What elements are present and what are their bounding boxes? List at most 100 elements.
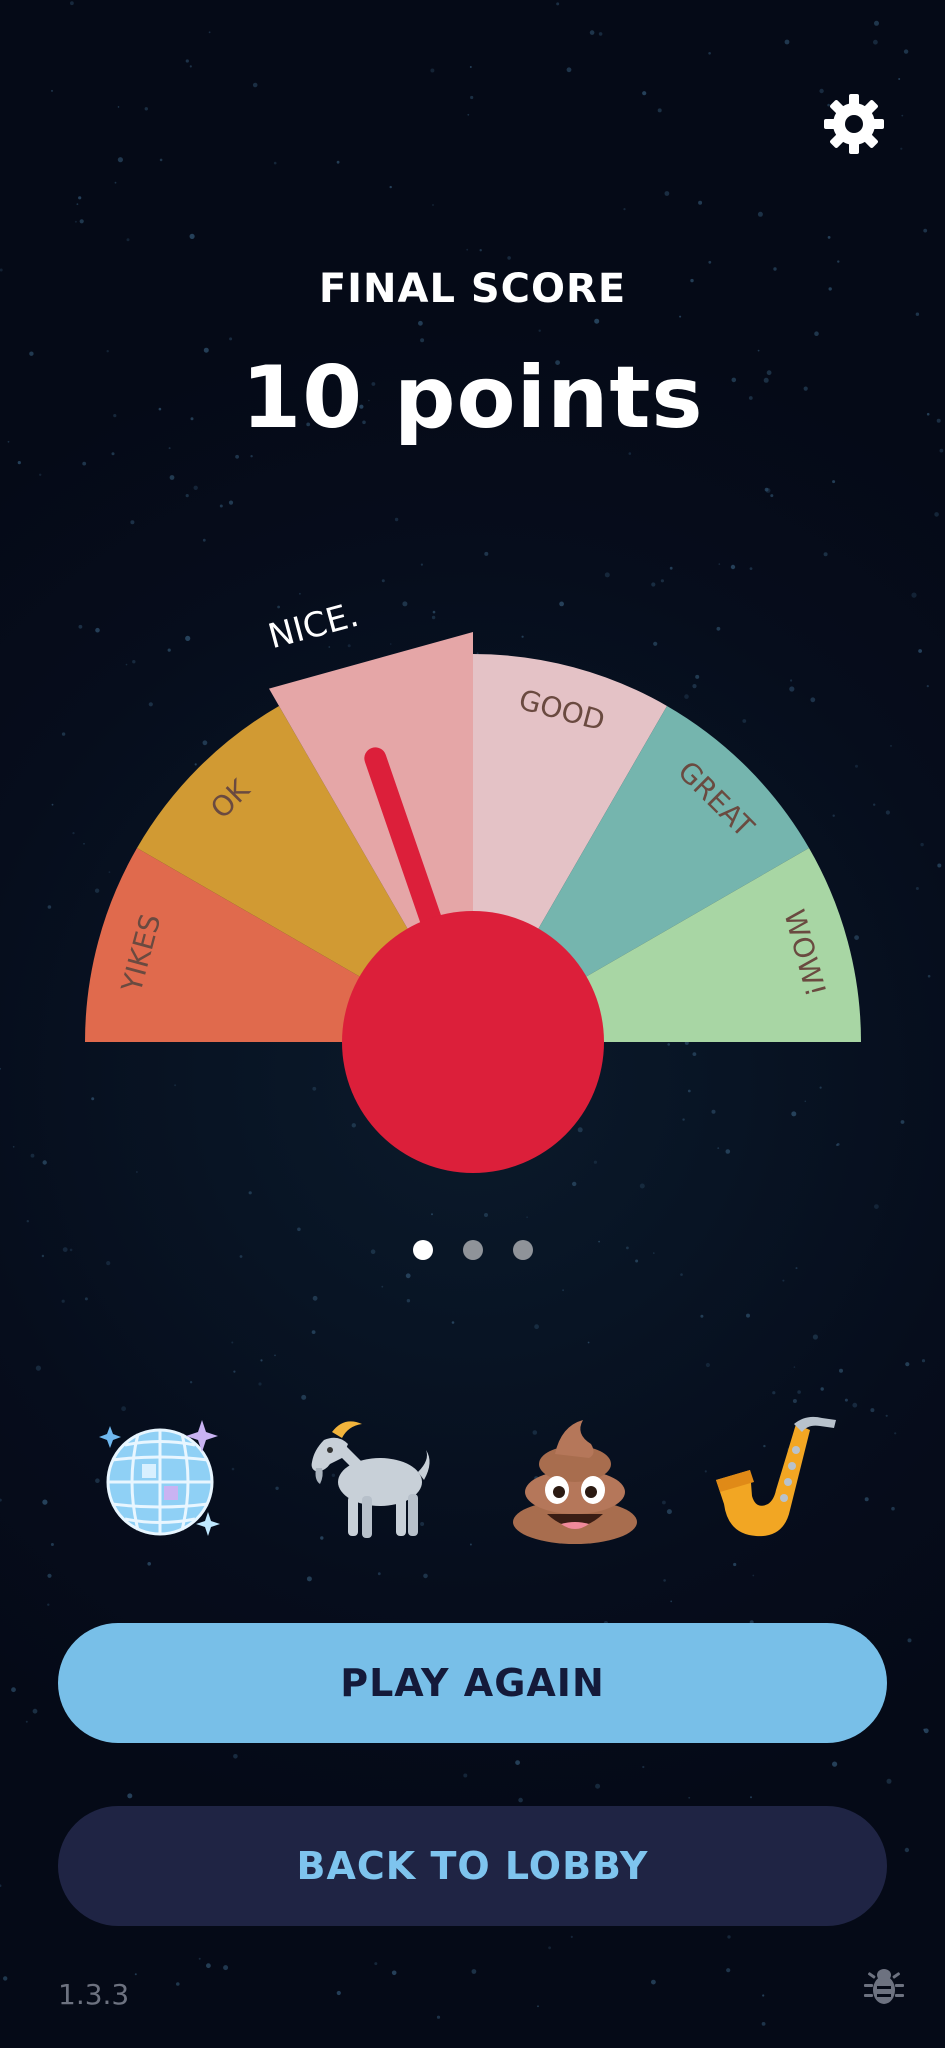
star bbox=[198, 1957, 201, 1960]
star bbox=[752, 1574, 755, 1577]
star bbox=[381, 1285, 384, 1288]
star bbox=[134, 1973, 137, 1976]
star bbox=[663, 1579, 666, 1582]
score-gauge: YIKESOKNICE.GOODGREATWOW! bbox=[85, 595, 861, 1173]
star bbox=[406, 1299, 411, 1303]
star bbox=[208, 31, 211, 34]
star bbox=[623, 208, 626, 211]
star bbox=[219, 504, 223, 508]
star bbox=[827, 236, 831, 239]
star bbox=[471, 1969, 477, 1974]
star bbox=[451, 1321, 455, 1324]
star bbox=[273, 161, 277, 165]
star bbox=[823, 552, 828, 557]
star bbox=[301, 1394, 307, 1400]
star bbox=[515, 1760, 520, 1765]
star bbox=[189, 65, 192, 68]
star bbox=[193, 485, 198, 490]
star bbox=[589, 30, 595, 35]
star bbox=[312, 1295, 318, 1301]
star bbox=[35, 1365, 42, 1371]
star bbox=[185, 494, 189, 498]
star bbox=[923, 1728, 926, 1731]
star bbox=[905, 1362, 910, 1367]
star bbox=[507, 256, 511, 260]
star bbox=[746, 1313, 750, 1318]
star bbox=[657, 108, 662, 113]
star bbox=[202, 538, 206, 542]
star bbox=[642, 1765, 645, 1769]
star bbox=[898, 78, 901, 80]
star bbox=[852, 1402, 858, 1408]
star bbox=[297, 1227, 301, 1232]
star bbox=[463, 1773, 468, 1778]
final-score-value: 10 points bbox=[241, 348, 704, 448]
star bbox=[84, 1297, 88, 1301]
star bbox=[39, 473, 42, 476]
star bbox=[814, 331, 819, 337]
star bbox=[598, 32, 603, 36]
back-to-lobby-button[interactable]: BACK TO LOBBY bbox=[58, 1806, 887, 1926]
reaction-bar bbox=[0, 1410, 945, 1550]
star bbox=[126, 238, 130, 242]
star bbox=[664, 191, 670, 196]
star bbox=[784, 39, 790, 45]
app-version: 1.3.3 bbox=[58, 1978, 130, 2011]
star bbox=[762, 1994, 765, 1997]
settings-button[interactable] bbox=[818, 88, 890, 160]
poop-reaction[interactable] bbox=[505, 1410, 645, 1550]
star bbox=[147, 1562, 151, 1566]
star bbox=[111, 452, 115, 456]
star bbox=[405, 1273, 411, 1279]
star bbox=[757, 211, 763, 217]
disco-ball-reaction[interactable] bbox=[90, 1410, 230, 1550]
page-dot-3[interactable] bbox=[512, 1240, 533, 1260]
star bbox=[792, 1399, 797, 1403]
star bbox=[420, 338, 425, 343]
star bbox=[0, 1884, 2, 1887]
page-indicator bbox=[0, 1240, 945, 1264]
star bbox=[832, 480, 836, 484]
star bbox=[594, 318, 600, 324]
star bbox=[832, 1761, 838, 1767]
star bbox=[907, 1638, 912, 1643]
play-again-button[interactable]: PLAY AGAIN bbox=[58, 1623, 887, 1743]
star bbox=[518, 1797, 523, 1803]
star bbox=[389, 185, 392, 189]
star bbox=[250, 455, 253, 458]
star bbox=[469, 66, 472, 68]
report-bug-button[interactable] bbox=[862, 1964, 906, 2008]
saxophone-reaction[interactable] bbox=[710, 1410, 850, 1550]
star bbox=[47, 1603, 50, 1606]
star bbox=[886, 1778, 892, 1784]
star bbox=[572, 1181, 577, 1187]
page-dot-2[interactable] bbox=[462, 1240, 483, 1260]
star bbox=[873, 39, 878, 45]
final-score-label: FINAL SCORE bbox=[318, 266, 627, 312]
star bbox=[772, 1391, 776, 1395]
bug-icon bbox=[864, 1969, 904, 2004]
star bbox=[921, 1359, 926, 1363]
star bbox=[47, 1573, 52, 1578]
star bbox=[679, 315, 682, 318]
star bbox=[939, 448, 944, 453]
star bbox=[793, 1366, 796, 1368]
gear-icon bbox=[824, 94, 884, 154]
star bbox=[79, 219, 84, 224]
star bbox=[127, 1793, 133, 1799]
star bbox=[761, 2022, 766, 2026]
star bbox=[144, 107, 148, 111]
star bbox=[639, 1183, 645, 1189]
star bbox=[233, 1370, 236, 1373]
goat-reaction[interactable] bbox=[300, 1410, 440, 1550]
star bbox=[274, 1354, 276, 1357]
star bbox=[770, 494, 774, 498]
gauge-hub bbox=[342, 911, 604, 1173]
page-dot-1[interactable] bbox=[412, 1240, 433, 1260]
star bbox=[820, 1387, 824, 1391]
star bbox=[797, 1390, 801, 1394]
star bbox=[311, 1330, 316, 1334]
star bbox=[336, 1990, 341, 1996]
star bbox=[206, 1963, 211, 1969]
star bbox=[570, 1935, 573, 1938]
